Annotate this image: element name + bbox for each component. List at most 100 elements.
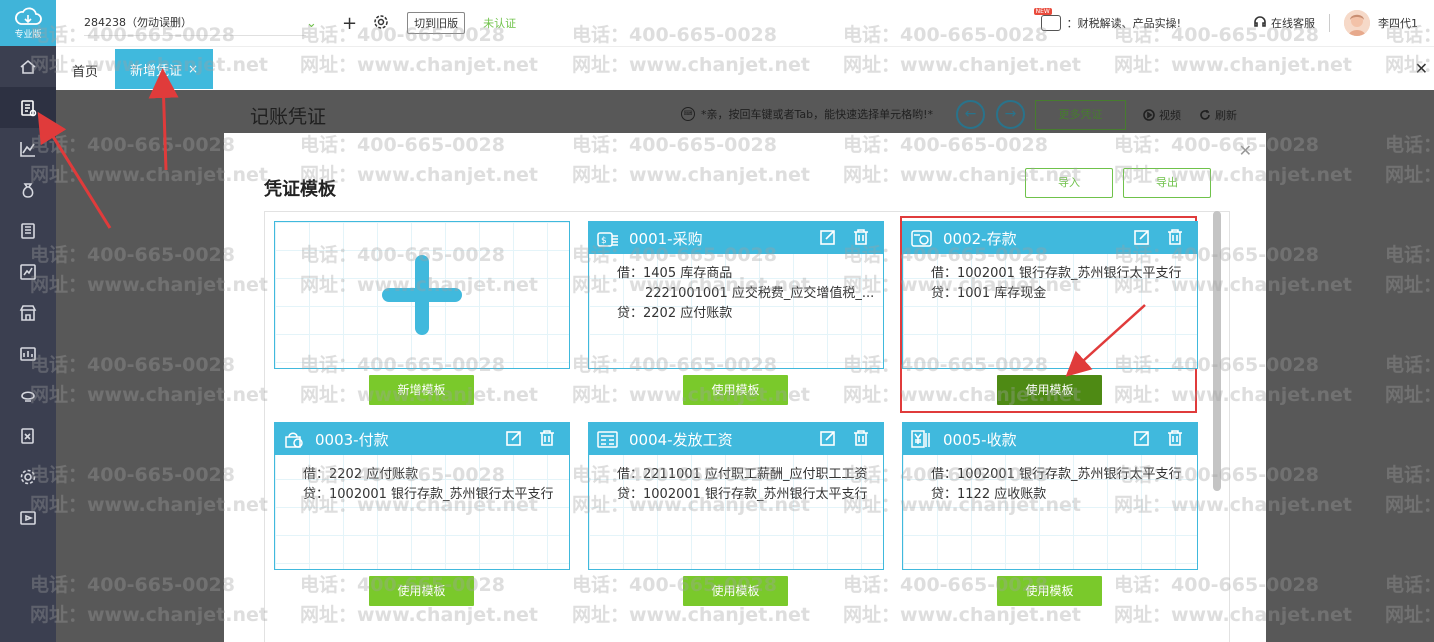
entry-line: 借：1405 库存商品 — [617, 266, 733, 281]
close-all-tabs-icon[interactable]: ✕ — [1415, 59, 1428, 78]
gear-icon — [20, 469, 36, 484]
use-template-button[interactable]: 使用模板 — [369, 576, 474, 606]
gear-icon — [374, 14, 388, 29]
receipt-icon — [911, 429, 933, 449]
entry-line: 借：1002001 银行存款_苏州银行太平支行 — [931, 467, 1182, 482]
assets-icon — [20, 346, 36, 361]
divider — [1329, 14, 1330, 32]
sidebar-item-assets[interactable] — [0, 333, 56, 374]
trash-icon[interactable] — [1166, 429, 1184, 447]
entry-line: 2221001001 应交税费_应交增值税_... — [645, 286, 875, 301]
trash-icon[interactable] — [1166, 228, 1184, 246]
entry-line: 借：2202 应付账款 — [303, 467, 419, 482]
card-title: 0002-存款 — [943, 229, 1017, 248]
tab-bar: 首页 新增凭证 × ✕ — [56, 46, 1434, 90]
entry-line: 贷：2202 应付账款 — [617, 306, 733, 321]
tab-new-voucher[interactable]: 新增凭证 × — [115, 49, 213, 89]
payroll-icon — [21, 390, 35, 402]
template-card-0005: 0005-收款 借：1002001 银行存款_苏州银行太平支行 贷：1122 应… — [902, 422, 1198, 570]
template-card-0004: 0004-发放工资 借：2211001 应付职工薪酬_应付职工工资 贷：1002… — [588, 422, 884, 570]
use-template-button[interactable]: 使用模板 — [683, 375, 788, 405]
template-card-0002: 0002-存款 借：1002001 银行存款_苏州银行太平支行 贷：1001 库… — [902, 221, 1198, 369]
purchase-icon: $ — [597, 228, 619, 248]
top-bar: 284238（勿动误删） ⌄ + 切到旧版 未认证 NEW ：财税解读、产品实操… — [56, 0, 1434, 46]
username[interactable]: 李四代1 — [1378, 15, 1418, 31]
close-icon[interactable]: ✕ — [1239, 141, 1252, 160]
entry-line: 借：1002001 银行存款_苏州银行太平支行 — [931, 266, 1182, 281]
card-header: 0005-收款 — [903, 423, 1197, 455]
card-header: 0004-发放工资 — [589, 423, 883, 455]
home-icon — [20, 59, 36, 74]
avatar[interactable] — [1344, 10, 1370, 36]
trash-icon[interactable] — [538, 429, 556, 447]
use-template-button[interactable]: 使用模板 — [683, 576, 788, 606]
new-template-card[interactable] — [274, 221, 570, 369]
dialog-title: 凭证模板 — [264, 179, 336, 200]
news-link[interactable]: ：财税解读、产品实操! — [1067, 15, 1181, 31]
export-button[interactable]: 导出 — [1123, 168, 1211, 198]
edit-icon[interactable] — [505, 429, 523, 447]
entry-line: 贷：1002001 银行存款_苏州银行太平支行 — [617, 487, 868, 502]
trash-icon[interactable] — [852, 429, 870, 447]
line-chart-icon — [20, 141, 35, 157]
sidebar-item-settings[interactable] — [0, 456, 56, 497]
sidebar-item-reports[interactable] — [0, 128, 56, 169]
tab-close-icon[interactable]: × — [188, 62, 198, 76]
tab-label: 新增凭证 — [129, 63, 182, 79]
scrollbar-thumb[interactable] — [1213, 211, 1221, 491]
trash-icon[interactable] — [852, 228, 870, 246]
account-selector[interactable]: 284238（勿动误删） — [84, 10, 306, 36]
card-title: 0003-付款 — [315, 430, 389, 449]
payment-icon — [283, 429, 305, 449]
sidebar: 专业版 — [0, 0, 56, 642]
edit-icon[interactable] — [819, 429, 837, 447]
sidebar-item-video[interactable] — [0, 497, 56, 538]
import-button[interactable]: 导入 — [1025, 168, 1113, 198]
template-card-0001: $ 0001-采购 借：1405 库存商品 2221001001 应交税费_应交… — [588, 221, 884, 369]
use-template-button[interactable]: 使用模板 — [997, 576, 1102, 606]
edit-icon[interactable] — [1133, 228, 1151, 246]
use-template-button[interactable]: 使用模板 — [997, 375, 1102, 405]
old-version-button[interactable]: 切到旧版 — [407, 12, 466, 34]
sidebar-item-tax[interactable] — [0, 415, 56, 456]
video-icon — [20, 510, 36, 525]
news-video-icon[interactable]: NEW — [1033, 8, 1061, 31]
analysis-icon — [20, 263, 36, 280]
entry-line: 贷：1002001 银行存款_苏州银行太平支行 — [303, 487, 554, 502]
new-template-button[interactable]: 新增模板 — [369, 375, 474, 405]
entry-line: 贷：1122 应收账款 — [931, 487, 1047, 502]
template-card-0003: 0003-付款 借：2202 应付账款 贷：1002001 银行存款_苏州银行太… — [274, 422, 570, 570]
card-title: 0005-收款 — [943, 430, 1017, 449]
sidebar-item-home[interactable] — [0, 46, 56, 87]
tax-icon — [21, 427, 34, 444]
edit-icon[interactable] — [819, 228, 837, 246]
sidebar-item-money[interactable] — [0, 169, 56, 210]
card-title: 0001-采购 — [629, 229, 703, 248]
settings-button[interactable] — [373, 14, 389, 33]
headset-icon — [1253, 15, 1267, 32]
card-header: $ 0001-采购 — [589, 222, 883, 254]
add-icon[interactable]: + — [342, 13, 357, 34]
svg-text:$: $ — [601, 236, 607, 246]
product-logo[interactable]: 专业版 — [0, 0, 56, 46]
new-badge: NEW — [1033, 8, 1052, 15]
store-icon — [19, 304, 37, 321]
sidebar-item-analysis[interactable] — [0, 251, 56, 292]
sidebar-item-store[interactable] — [0, 292, 56, 333]
tab-home[interactable]: 首页 — [72, 61, 98, 80]
top-right-area: NEW ：财税解读、产品实操! 在线客服 李四代1 — [1033, 0, 1434, 46]
entry-line: 借：2211001 应付职工薪酬_应付职工工资 — [617, 467, 868, 482]
unverified-status[interactable]: 未认证 — [483, 15, 516, 31]
payroll-icon — [597, 429, 619, 449]
cloud-icon — [15, 7, 42, 25]
money-bag-icon — [22, 182, 34, 198]
edit-icon[interactable] — [1133, 429, 1151, 447]
online-service-link[interactable]: 在线客服 — [1271, 15, 1315, 31]
chevron-down-icon[interactable]: ⌄ — [306, 16, 320, 31]
scrollbar[interactable] — [1213, 211, 1223, 501]
sidebar-item-voucher[interactable] — [0, 87, 56, 128]
plus-icon — [275, 222, 569, 368]
sidebar-item-ledger[interactable] — [0, 210, 56, 251]
ledger-icon — [21, 222, 35, 239]
sidebar-item-payroll[interactable] — [0, 374, 56, 415]
